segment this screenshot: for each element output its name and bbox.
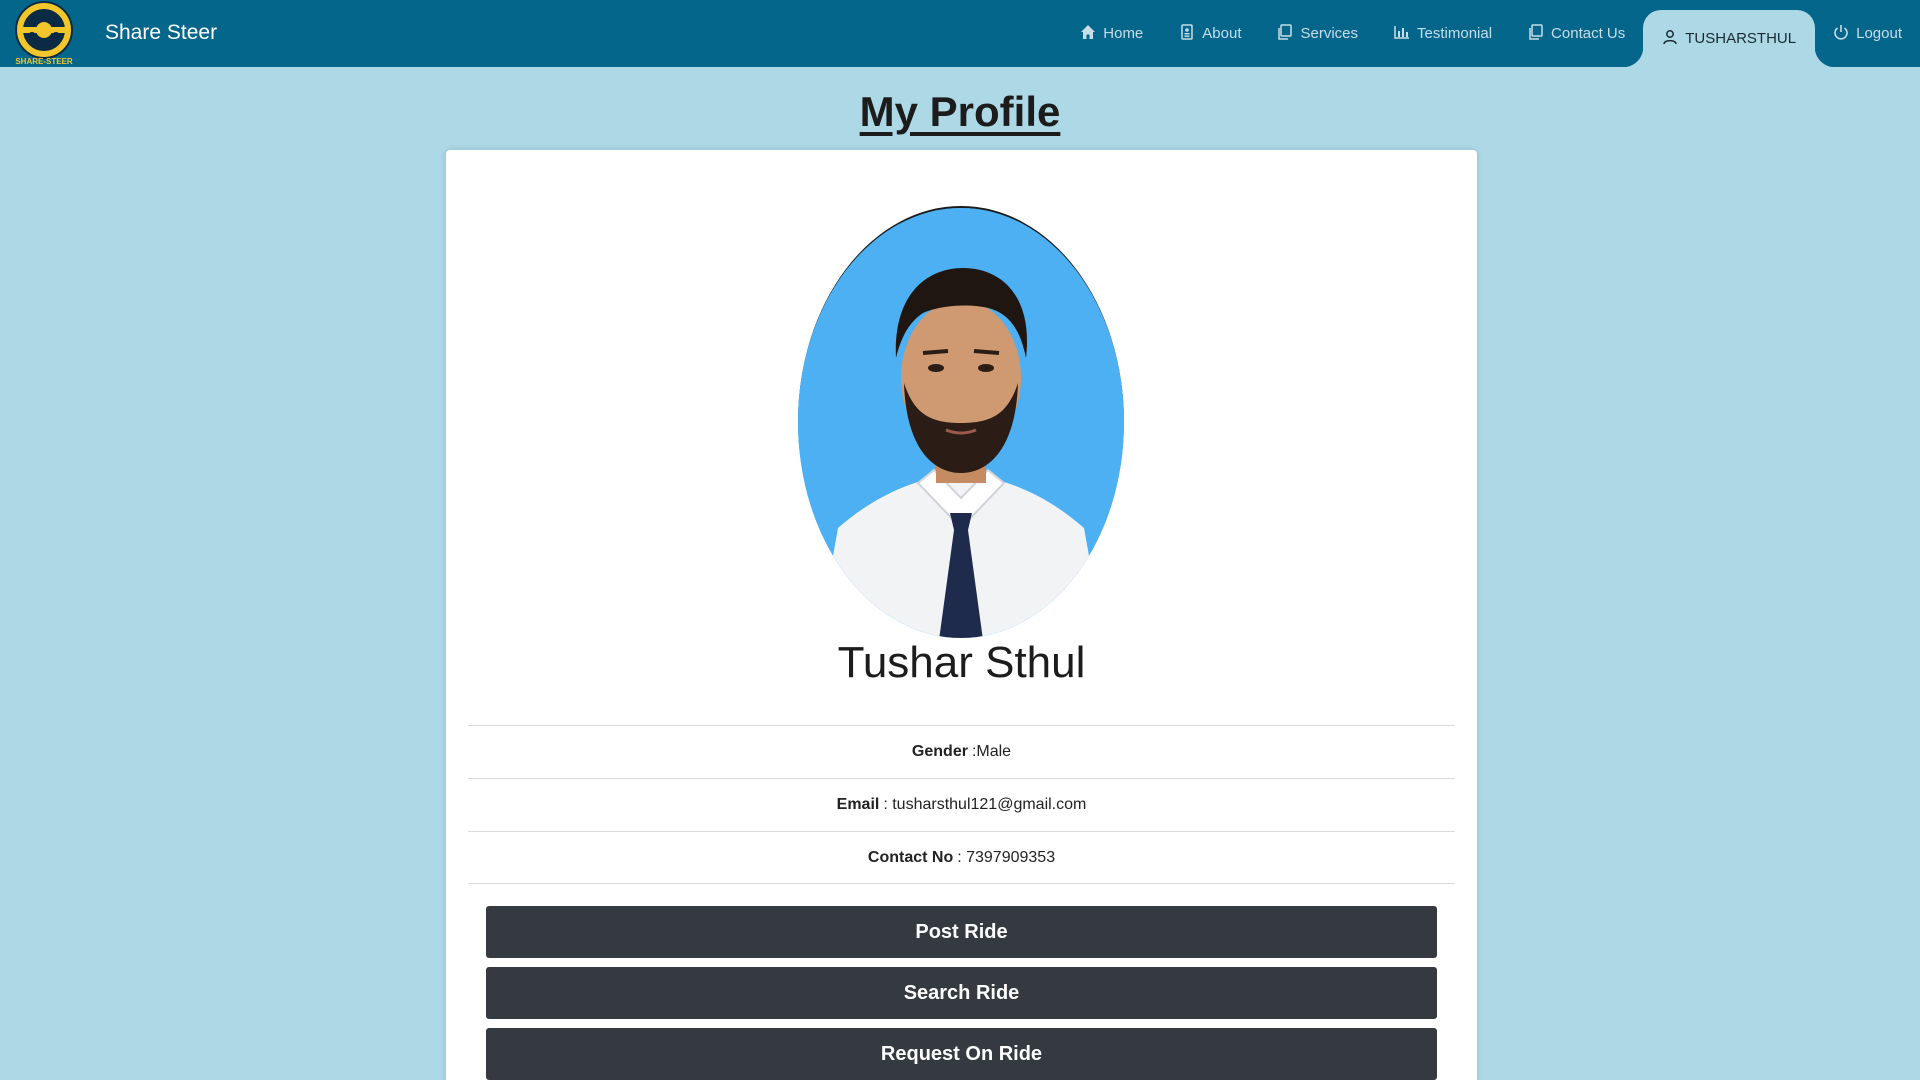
nav-label: Logout [1856, 25, 1902, 42]
nav-item-services[interactable]: Services [1259, 0, 1376, 67]
nav-label: Contact Us [1551, 25, 1626, 42]
email-label: Email [836, 796, 880, 813]
user-icon [1662, 29, 1678, 49]
email-value: : tusharsthul121@gmail.com [883, 796, 1087, 813]
document-icon [1179, 23, 1195, 44]
profile-name: Tushar Sthul [837, 638, 1086, 687]
nav-item-about[interactable]: About [1161, 0, 1259, 67]
profile-photo [798, 206, 1124, 638]
contact-label: Contact No [867, 848, 954, 866]
bar-chart-icon [1394, 24, 1410, 44]
top-navbar: SHARE-STEER Share Steer Home About Servi… [0, 0, 1920, 67]
copy-icon [1528, 23, 1544, 44]
nav-item-profile[interactable]: TUSHARSTHUL [1623, 10, 1835, 67]
page-title: My Profile [859, 88, 1061, 135]
nav-item-testimonial[interactable]: Testimonial [1376, 0, 1510, 67]
nav-label: TUSHARSTHUL [1685, 30, 1797, 47]
profile-info-list: Gender :Male Email : tusharsthul121@gmai… [468, 725, 1455, 884]
search-ride-button[interactable]: Search Ride [486, 967, 1437, 1019]
nav-label: About [1202, 25, 1242, 42]
nav-menu: Home About Services Testimonial Contact … [1062, 0, 1920, 67]
nav-item-home[interactable]: Home [1062, 0, 1161, 67]
contact-value: : 7397909353 [957, 848, 1056, 866]
copy-icon [1277, 23, 1293, 44]
gender-row: Gender :Male [468, 725, 1455, 778]
contact-row: Contact No : 7397909353 [468, 831, 1455, 884]
email-row: Email : tusharsthul121@gmail.com [468, 778, 1455, 831]
profile-card: Tushar Sthul Gender :Male Email : tushar… [446, 150, 1477, 1080]
nav-label: Services [1300, 25, 1359, 42]
power-icon [1833, 24, 1849, 44]
brand-name[interactable]: Share Steer [105, 21, 217, 45]
svg-text:SHARE-STEER: SHARE-STEER [15, 57, 73, 66]
brand-logo[interactable]: SHARE-STEER [4, 0, 84, 66]
home-icon [1080, 24, 1096, 44]
post-ride-button[interactable]: Post Ride [486, 906, 1437, 958]
gender-value: :Male [971, 743, 1012, 760]
nav-label: Home [1103, 25, 1144, 42]
request-on-ride-button[interactable]: Request On Ride [486, 1028, 1437, 1080]
nav-label: Testimonial [1417, 25, 1493, 42]
gender-label: Gender [911, 743, 968, 760]
